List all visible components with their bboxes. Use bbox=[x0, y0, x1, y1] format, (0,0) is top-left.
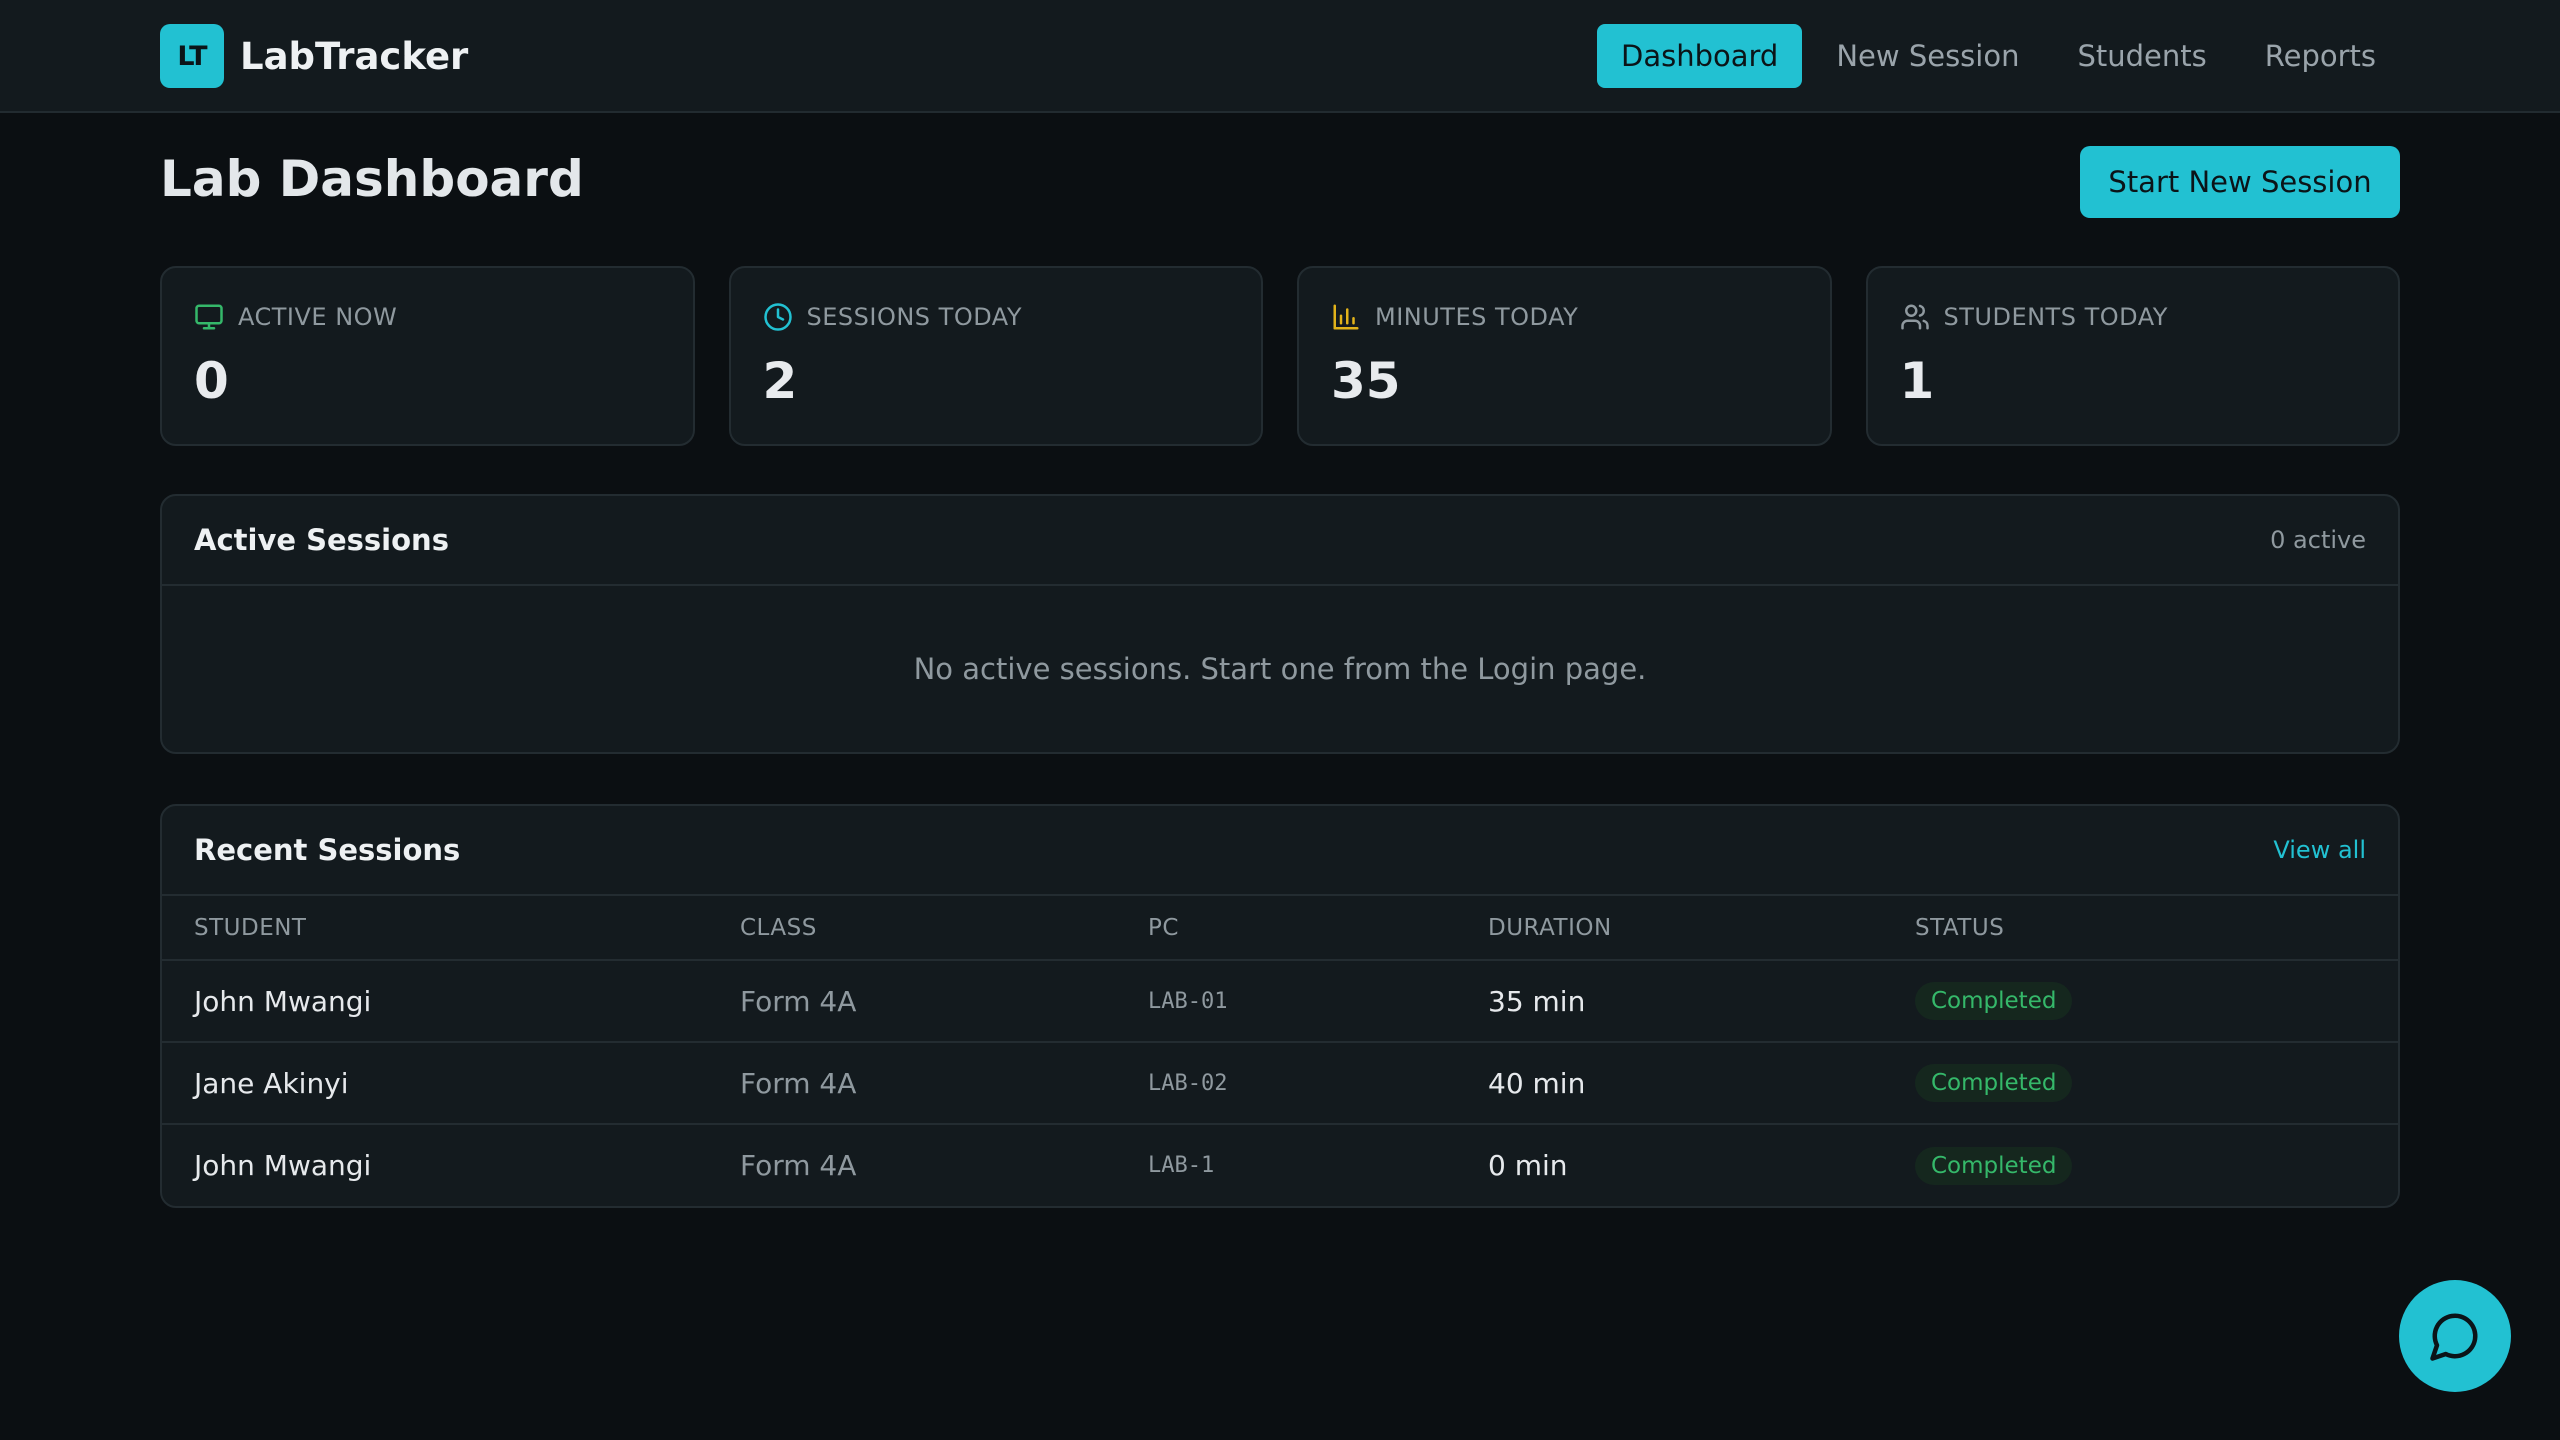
cell-status: Completed bbox=[1883, 1124, 2398, 1206]
column-header-status[interactable]: STATUS bbox=[1883, 896, 2398, 961]
bar-chart-icon bbox=[1333, 304, 1359, 330]
cell-class: Form 4A bbox=[708, 960, 1116, 1043]
nav-item-new-session[interactable]: New Session bbox=[1812, 24, 2043, 88]
chat-bubble-icon bbox=[2430, 1313, 2478, 1361]
clock-icon bbox=[763, 303, 792, 331]
stat-label: SESSIONS TODAY bbox=[806, 303, 1022, 331]
brand[interactable]: LT LabTracker bbox=[160, 24, 468, 88]
cell-duration: 40 min bbox=[1456, 1042, 1883, 1125]
column-header-class[interactable]: CLASS bbox=[708, 896, 1116, 961]
table-row[interactable]: John Mwangi Form 4A LAB-01 35 min Comple… bbox=[162, 960, 2398, 1043]
cell-status: Completed bbox=[1883, 960, 2398, 1043]
cell-student: Jane Akinyi bbox=[162, 1042, 708, 1125]
column-header-duration[interactable]: DURATION bbox=[1456, 896, 1883, 961]
status-badge: Completed bbox=[1915, 1146, 2073, 1185]
chat-button[interactable] bbox=[2399, 1280, 2511, 1392]
cell-duration: 0 min bbox=[1488, 1149, 1568, 1182]
table-row[interactable]: Jane Akinyi Form 4A LAB-02 40 min Comple… bbox=[162, 1042, 2398, 1125]
stat-label: STUDENTS TODAY bbox=[1943, 303, 2168, 331]
cell-status: Completed bbox=[1883, 1042, 2398, 1125]
cell-pc: LAB-01 bbox=[1116, 960, 1456, 1043]
stat-label: MINUTES TODAY bbox=[1375, 303, 1579, 331]
top-navbar: LT LabTracker Dashboard New Session Stud… bbox=[0, 0, 2560, 113]
empty-state-message: No active sessions. Start one from the L… bbox=[913, 652, 1647, 686]
column-header-student[interactable]: STUDENT bbox=[162, 896, 708, 961]
main-nav: Dashboard New Session Students Reports bbox=[1587, 24, 2400, 88]
users-icon bbox=[1900, 304, 1929, 330]
nav-item-dashboard[interactable]: Dashboard bbox=[1597, 24, 1803, 88]
recent-sessions-table: STUDENT CLASS PC DURATION STATUS John Mw… bbox=[162, 896, 2398, 1206]
table-row[interactable]: John Mwangi Form 4A LAB-1 0 min Complete… bbox=[162, 1124, 2398, 1206]
panel-title: Active Sessions bbox=[194, 523, 449, 557]
brand-name: LabTracker bbox=[240, 34, 469, 78]
column-header-pc[interactable]: PC bbox=[1116, 896, 1456, 961]
active-sessions-panel: Active Sessions 0 active No active sessi… bbox=[160, 494, 2400, 754]
recent-sessions-panel: Recent Sessions View all STUDENT CLASS P… bbox=[160, 804, 2400, 1208]
stat-label: ACTIVE NOW bbox=[238, 303, 398, 331]
start-new-session-button[interactable]: Start New Session bbox=[2080, 146, 2400, 218]
stat-card-students-today: STUDENTS TODAY 1 bbox=[1865, 266, 2400, 446]
stat-value: 1 bbox=[1899, 352, 1935, 410]
cell-student: John Mwangi bbox=[194, 1149, 372, 1182]
cell-duration: 35 min bbox=[1456, 960, 1883, 1043]
stat-value: 35 bbox=[1331, 352, 1401, 410]
stat-card-minutes-today: MINUTES TODAY 35 bbox=[1297, 266, 1832, 446]
cell-pc: LAB-02 bbox=[1116, 1042, 1456, 1125]
panel-header: Active Sessions 0 active bbox=[162, 496, 2398, 586]
nav-item-students[interactable]: Students bbox=[2053, 24, 2230, 88]
brand-logo: LT bbox=[160, 24, 224, 88]
cell-student: John Mwangi bbox=[162, 960, 708, 1043]
status-badge: Completed bbox=[1915, 982, 2073, 1020]
active-count: 0 active bbox=[2270, 526, 2366, 554]
page-title: Lab Dashboard bbox=[160, 150, 584, 208]
monitor-icon bbox=[195, 304, 223, 330]
cell-class: Form 4A bbox=[740, 1149, 857, 1182]
status-badge: Completed bbox=[1915, 1064, 2073, 1102]
stat-value: 2 bbox=[762, 352, 798, 410]
stat-value: 0 bbox=[194, 352, 229, 410]
stat-card-sessions-today: SESSIONS TODAY 2 bbox=[728, 266, 1263, 446]
panel-title: Recent Sessions bbox=[194, 833, 461, 867]
cell-pc: LAB-1 bbox=[1148, 1153, 1215, 1178]
cell-class: Form 4A bbox=[708, 1042, 1116, 1125]
nav-item-reports[interactable]: Reports bbox=[2241, 24, 2400, 88]
panel-header: Recent Sessions View all bbox=[162, 806, 2398, 896]
view-all-link[interactable]: View all bbox=[2273, 836, 2366, 864]
stat-card-active-now: ACTIVE NOW 0 bbox=[160, 266, 695, 446]
stats-row: ACTIVE NOW 0 SESSIONS TODAY 2 MINUTES TO… bbox=[160, 266, 2400, 446]
table-header-row: STUDENT CLASS PC DURATION STATUS bbox=[162, 896, 2398, 961]
